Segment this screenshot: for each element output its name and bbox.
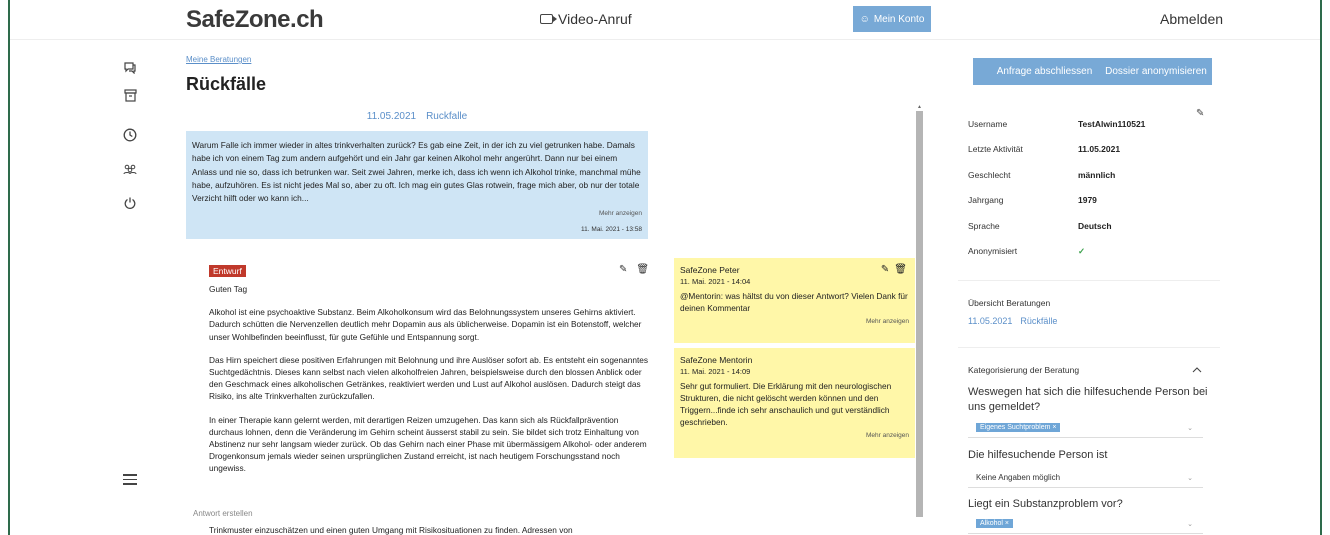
show-more-link[interactable]: Mehr anzeigen [599, 207, 642, 220]
question-message: Warum Falle ich immer wieder in altes tr… [186, 131, 648, 239]
question-reason: Weswegen hat sich die hilfesuchende Pers… [968, 386, 1208, 413]
delete-icon[interactable]: 🗑 [636, 264, 649, 275]
overview-date: 11.05.2021 [968, 316, 1013, 326]
info-value: Deutsch [1078, 220, 1112, 231]
comment-actions: ✎ 🗑 [881, 264, 907, 276]
thread-topic: Ruckfalle [426, 111, 468, 122]
comment-card: SafeZone Mentorin 11. Mai. 2021 - 14:09 … [674, 348, 915, 458]
video-call-label: Video-Anruf [558, 11, 632, 27]
overview-link[interactable]: 11.05.2021 Rückfälle [968, 316, 1057, 326]
logout-link[interactable]: Abmelden [1160, 11, 1223, 27]
draft-answer: Guten Tag Alkohol ist eine psychoaktive … [209, 283, 649, 486]
video-camera-icon [540, 14, 557, 24]
reason-tag[interactable]: Eigenes Suchtproblem × [976, 423, 1061, 432]
archive-icon[interactable] [122, 87, 138, 103]
info-label: Geschlecht [968, 169, 1011, 180]
comment-author: SafeZone Mentorin [680, 355, 753, 365]
scrollbar[interactable] [916, 111, 923, 517]
chevron-down-icon: ⌄ [1187, 475, 1193, 482]
person-select-value: Keine Angaben möglich [976, 473, 1061, 482]
comment-text: Sehr gut formuliert. Die Erklärung mit d… [680, 381, 892, 427]
info-value: männlich [1078, 169, 1116, 180]
info-row-language: Sprache Deutsch [968, 213, 1213, 239]
close-request-button[interactable]: Anfrage abschliessen [973, 58, 1116, 85]
user-icon: ☺ [859, 13, 870, 25]
info-label: Jahrgang [968, 195, 1004, 206]
question-substance: Liegt ein Substanzproblem vor? [968, 498, 1123, 510]
question-person: Die hilfesuchende Person ist [968, 449, 1108, 461]
substance-select[interactable]: Alkohol × ⌄ [968, 514, 1203, 534]
info-row-gender: Geschlecht männlich [968, 162, 1213, 188]
my-account-label: Mein Konto [873, 13, 925, 25]
show-more-link[interactable]: Mehr anzeigen [680, 316, 909, 328]
info-row-year: Jahrgang 1979 [968, 188, 1213, 214]
my-account-button[interactable]: ☺ Mein Konto [853, 6, 931, 32]
menu-icon[interactable] [123, 474, 137, 488]
scroll-up-arrow[interactable]: ▲ [917, 104, 922, 110]
clock-icon[interactable] [122, 127, 138, 143]
power-icon[interactable] [122, 195, 138, 211]
overview-topic: Rückfälle [1020, 316, 1058, 326]
edit-icon[interactable]: ✎ [619, 264, 627, 275]
chevron-down-icon: ⌄ [1187, 425, 1193, 432]
header-divider [10, 39, 1320, 40]
thread-date-header: 11.05.2021 Ruckfalle [186, 111, 648, 122]
substance-tag[interactable]: Alkohol × [976, 519, 1013, 528]
answer-input-text[interactable]: Trinkmuster einzuschätzen und einen gute… [209, 525, 573, 535]
draft-greeting: Guten Tag [209, 284, 248, 294]
reason-select[interactable]: Eigenes Suchtproblem × ⌄ [968, 418, 1203, 438]
info-row-activity: Letzte Aktivität 11.05.2021 [968, 137, 1213, 163]
chevron-down-icon: ⌄ [1187, 521, 1193, 528]
categorization-title: Kategorisierung der Beratung [968, 365, 1080, 375]
comment-text: @Mentorin: was hältst du von dieser Antw… [680, 291, 908, 313]
edit-icon[interactable]: ✎ [881, 264, 889, 276]
info-label: Sprache [968, 220, 1000, 231]
chevron-up-icon[interactable] [1192, 362, 1202, 373]
overview-label: Übersicht Beratungen [968, 298, 1051, 308]
draft-paragraph: Das Hirn speichert diese positiven Erfah… [209, 354, 649, 402]
comment-time: 11. Mai. 2021 - 14:09 [680, 367, 751, 376]
draft-paragraph: In einer Therapie kann gelernt werden, m… [209, 414, 647, 474]
delete-icon[interactable]: 🗑 [894, 264, 907, 276]
info-label: Username [968, 118, 1008, 129]
draft-actions: ✎ 🗑 [619, 264, 649, 275]
show-more-link[interactable]: Mehr anzeigen [680, 430, 909, 442]
create-answer-label: Antwort erstellen [193, 509, 253, 518]
info-label: Anonymisiert [968, 246, 1018, 257]
thread-date: 11.05.2021 [366, 111, 417, 122]
page-title: Rückfälle [186, 74, 267, 94]
breadcrumb[interactable]: Meine Beratungen [186, 55, 251, 64]
divider [958, 347, 1220, 348]
info-value: 1979 [1078, 195, 1097, 206]
info-label: Letzte Aktivität [968, 144, 1023, 155]
info-row-anonymized: Anonymisiert ✓ [968, 239, 1213, 265]
team-icon[interactable] [122, 162, 138, 178]
video-call-button[interactable]: Video-Anruf [540, 11, 632, 27]
info-row-username: Username TestAlwin110521 [968, 111, 1213, 137]
info-value: 11.05.2021 [1078, 144, 1121, 155]
divider [958, 280, 1220, 281]
logo[interactable]: SafeZone.ch [186, 6, 324, 34]
client-info: Username TestAlwin110521 Letzte Aktivitä… [968, 111, 1213, 264]
info-value: TestAlwin110521 [1078, 118, 1146, 129]
draft-badge: Entwurf [209, 265, 246, 277]
person-select[interactable]: Keine Angaben möglich ⌄ [968, 468, 1203, 488]
question-text: Warum Falle ich immer wieder in altes tr… [192, 140, 641, 204]
anonymize-dossier-button[interactable]: Dossier anonymisieren [1100, 58, 1212, 85]
comment-card: ✎ 🗑 SafeZone Peter 11. Mai. 2021 - 14:04… [674, 258, 915, 343]
comment-author: SafeZone Peter [680, 265, 740, 275]
chat-icon[interactable] [122, 59, 138, 75]
comment-time: 11. Mai. 2021 - 14:04 [680, 277, 751, 286]
message-timestamp: 11. Mai. 2021 - 13:58 [581, 226, 642, 233]
check-icon: ✓ [1078, 245, 1086, 256]
draft-paragraph: Alkohol ist eine psychoaktive Substanz. … [209, 307, 642, 342]
